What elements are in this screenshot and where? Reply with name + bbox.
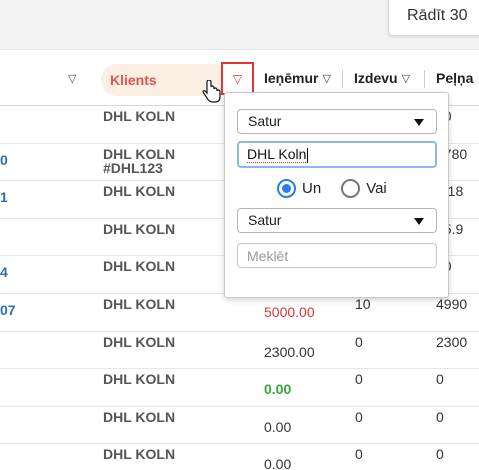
hand-cursor-icon [202, 80, 221, 103]
profit-header-label: Peļņa [436, 70, 474, 86]
client-name: DHL KOLN [103, 183, 176, 199]
expenses-value: 0 [355, 334, 363, 350]
funnel-icon: ▽ [68, 72, 77, 85]
column-divider [342, 70, 343, 88]
column-filter-icon[interactable]: ▽ [64, 50, 76, 106]
funnel-icon[interactable]: ▽ [322, 72, 330, 85]
income-header-label: Ieņēmur [264, 70, 319, 86]
table-row[interactable]: DHL KOLN 0.00 0 0 [0, 444, 479, 470]
row-id-link[interactable]: 4 [0, 264, 8, 280]
expenses-header-label: Izdevu [354, 70, 398, 86]
client-name: DHL KOLN [103, 221, 176, 237]
table-row[interactable]: DHL KOLN 2300.00 0 2300 [0, 332, 479, 369]
top-bar: Rādīt 30 [0, 0, 479, 50]
search-placeholder: Meklēt [247, 248, 289, 264]
condition-select-1[interactable]: Satur [237, 109, 437, 134]
row-id-link[interactable]: 1 [0, 189, 8, 205]
filter-search-input[interactable]: Meklēt [237, 243, 437, 268]
page-size-label: Rādīt 30 [407, 7, 468, 24]
table-row[interactable]: 07 DHL KOLN 5000.00 10 4990 [0, 294, 479, 332]
condition-1-value: Satur [248, 113, 282, 129]
client-name: DHL KOLN [103, 371, 176, 387]
filter-value-input[interactable]: DHL Koln [237, 141, 437, 168]
klients-header-label: Klients [110, 72, 157, 88]
income-value: 0.00 [264, 381, 292, 397]
income-value: 2300.00 [264, 344, 315, 360]
profit-value: 4990 [436, 296, 468, 312]
dropdown-arrow-icon [414, 119, 424, 126]
klients-filter-popup: Satur DHL Koln Un Vai Satur Meklēt [224, 92, 449, 298]
client-name: DHL KOLN [103, 409, 176, 425]
radio-and-label[interactable]: Un [302, 180, 321, 197]
client-name: DHL KOLN [103, 108, 176, 124]
profit-value: 0 [436, 446, 444, 462]
dropdown-arrow-icon [414, 218, 424, 225]
client-code: #DHL123 [103, 160, 163, 176]
income-value: 0.00 [264, 419, 292, 435]
radio-or-label[interactable]: Vai [366, 180, 387, 197]
row-id-link[interactable]: 0 [0, 152, 8, 168]
profit-value: 2300 [436, 334, 468, 350]
expenses-value: 10 [355, 296, 371, 312]
text-cursor [307, 147, 309, 163]
page-size-select[interactable]: Rādīt 30 [388, 0, 479, 36]
condition-2-value: Satur [248, 212, 282, 228]
expenses-value: 0 [355, 371, 363, 387]
client-name: DHL KOLN [103, 446, 176, 462]
radio-and[interactable] [277, 179, 296, 198]
income-value: 0.00 [264, 456, 292, 470]
profit-value: 0 [436, 409, 444, 425]
table-row[interactable]: DHL KOLN 0.00 0 0 [0, 407, 479, 444]
join-operator-group: Un Vai [277, 179, 387, 198]
expenses-value: 0 [355, 409, 363, 425]
condition-select-2[interactable]: Satur [237, 208, 437, 233]
radio-or[interactable] [341, 179, 361, 198]
client-name: DHL KOLN [103, 334, 176, 350]
client-name: DHL KOLN [103, 258, 176, 274]
income-value: 5000.00 [264, 304, 315, 320]
filter-value-text: DHL Koln [247, 146, 307, 163]
row-id-link[interactable]: 07 [0, 302, 16, 318]
client-name: DHL KOLN [103, 296, 176, 312]
table-row[interactable]: DHL KOLN 0.00 0 0 [0, 369, 479, 407]
klients-filter-button[interactable]: ▽ [221, 62, 254, 95]
expenses-value: 0 [355, 446, 363, 462]
funnel-icon: ▽ [232, 71, 243, 86]
funnel-icon[interactable]: ▽ [402, 72, 410, 85]
column-divider [424, 70, 425, 88]
profit-value: 0 [436, 371, 444, 387]
